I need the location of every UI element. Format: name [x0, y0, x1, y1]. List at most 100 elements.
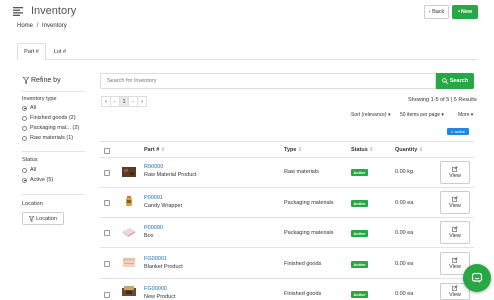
view-label: View — [449, 292, 461, 298]
quantity-value: 0.00 ea — [395, 261, 414, 267]
search-input[interactable] — [100, 73, 436, 89]
sidebar-divider — [22, 194, 85, 195]
part-name: Raw Material Product — [144, 172, 197, 178]
radio-label: Raw materials (1) — [30, 135, 74, 141]
column-header-part[interactable]: Part # ⇕ — [144, 147, 165, 153]
chat-button[interactable] — [463, 264, 491, 292]
part-name: New Product — [144, 294, 176, 300]
quantity-value: 0.00 ea — [395, 230, 414, 236]
column-header-type[interactable]: Type ⇕ — [284, 147, 302, 153]
view-button[interactable]: View — [440, 191, 470, 214]
part-type: Finished goods — [284, 261, 322, 267]
part-number-link[interactable]: FG00000 — [144, 286, 167, 292]
radio-label: Packaging mat... (2) — [30, 125, 80, 131]
column-header-label: Part # — [144, 147, 160, 153]
edit-icon — [452, 285, 458, 291]
radio-button[interactable] — [22, 135, 27, 141]
row-checkbox[interactable] — [104, 261, 110, 267]
radio-label: All — [30, 105, 37, 111]
edit-icon — [452, 226, 458, 232]
product-thumbnail — [122, 196, 136, 206]
search-icon — [442, 78, 448, 84]
active-filter-badge[interactable]: × active — [447, 128, 469, 135]
new-button[interactable]: ▪ New — [452, 5, 478, 19]
row-checkbox[interactable] — [104, 292, 110, 298]
new-plus-icon: ▪ — [457, 9, 460, 15]
radio-status-active[interactable]: Active (5) — [22, 177, 53, 183]
row-checkbox[interactable] — [104, 170, 110, 176]
quantity-value: 0.00 ea — [395, 200, 414, 206]
view-label: View — [449, 233, 461, 239]
tab-lot-number[interactable]: Lot # — [46, 43, 74, 60]
radio-button[interactable] — [22, 115, 27, 121]
product-thumbnail — [122, 286, 136, 296]
per-page-label: 50 items per page — [400, 112, 441, 118]
radio-type-finished-goods[interactable]: Finished goods (2) — [22, 115, 76, 121]
pagination: « ‹ 1 › » — [101, 96, 147, 107]
search-button-label: Search — [449, 78, 469, 84]
filter-icon — [23, 77, 29, 84]
edit-icon — [452, 196, 458, 202]
more-dropdown[interactable]: More ▾ — [458, 112, 473, 118]
chevron-down-icon: ▾ — [469, 112, 474, 118]
radio-type-all[interactable]: All — [22, 105, 36, 111]
tab-divider — [17, 59, 477, 60]
status-badge: Active — [351, 200, 368, 207]
inventory-list-icon — [13, 7, 24, 16]
location-button[interactable]: Location — [22, 212, 64, 225]
refine-heading: Refine by — [31, 77, 61, 84]
row-checkbox[interactable] — [104, 200, 110, 206]
view-button[interactable]: View — [440, 161, 470, 184]
view-label: View — [449, 173, 461, 179]
view-button[interactable]: View — [440, 221, 470, 244]
part-number-link[interactable]: R00000 — [144, 164, 163, 170]
quantity-value: 0.00 kg — [395, 169, 414, 175]
radio-button[interactable] — [22, 167, 27, 173]
radio-type-raw[interactable]: Raw materials (1) — [22, 135, 73, 141]
sort-label: Sort (relevance) — [351, 112, 387, 118]
view-label: View — [449, 203, 461, 209]
product-thumbnail — [122, 227, 136, 237]
radio-button[interactable] — [22, 177, 27, 183]
table-top-divider — [100, 141, 474, 142]
status-badge: Active — [351, 291, 368, 298]
product-thumbnail — [122, 257, 136, 267]
edit-icon — [452, 166, 458, 172]
select-all-checkbox[interactable] — [104, 148, 110, 154]
sidebar-divider — [22, 151, 85, 152]
sort-dropdown[interactable]: Sort (relevance) ▾ — [351, 112, 390, 118]
breadcrumb-current: Inventory — [42, 23, 67, 29]
sort-icon: ⇕ — [417, 147, 423, 153]
search-button[interactable]: Search — [436, 73, 474, 89]
sort-icon: ⇕ — [367, 147, 374, 153]
part-number-link[interactable]: FG00001 — [144, 256, 167, 262]
radio-status-all[interactable]: All — [22, 167, 36, 173]
column-header-label: Type — [284, 147, 297, 153]
radio-label: Finished goods (2) — [30, 115, 76, 121]
column-header-quantity[interactable]: Quantity ⇕ — [395, 147, 423, 153]
tab-part-number[interactable]: Part # — [17, 43, 46, 60]
radio-button[interactable] — [22, 125, 27, 131]
new-button-label: New — [460, 9, 473, 15]
column-header-status[interactable]: Status ⇕ — [351, 147, 373, 153]
part-number-link[interactable]: P00001 — [144, 195, 163, 201]
status-label: Status — [22, 157, 38, 163]
quantity-value: 0.00 ea — [395, 291, 414, 297]
breadcrumb-separator: / — [36, 23, 39, 29]
radio-button[interactable] — [22, 105, 27, 111]
part-type: Finished goods — [284, 291, 322, 297]
breadcrumb-home[interactable]: Home — [17, 23, 33, 29]
radio-label: All — [30, 167, 37, 173]
radio-type-packaging[interactable]: Packaging mat... (2) — [22, 125, 79, 131]
column-header-label: Status — [351, 147, 368, 153]
part-number-link[interactable]: P00000 — [144, 225, 163, 231]
pager-last[interactable]: » — [137, 96, 147, 107]
chat-icon — [471, 272, 483, 283]
part-name: Blanket Product — [144, 264, 183, 270]
row-checkbox[interactable] — [104, 230, 110, 236]
chevron-down-icon: ▾ — [386, 112, 391, 118]
column-header-label: Quantity — [395, 147, 418, 153]
location-label: Location — [22, 201, 43, 207]
back-button[interactable]: ‹ Back — [424, 5, 449, 19]
per-page-dropdown[interactable]: 50 items per page ▾ — [400, 112, 444, 118]
